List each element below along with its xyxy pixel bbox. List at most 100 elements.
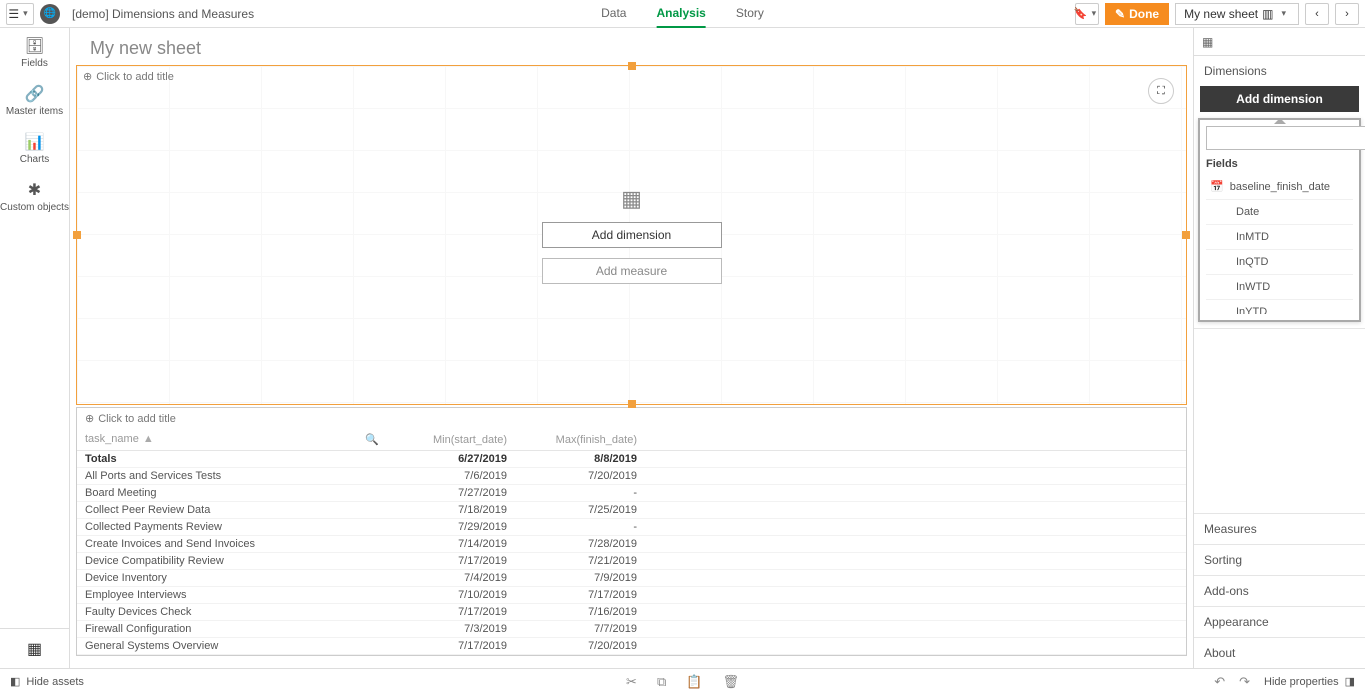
cell-start: 7/17/2019 bbox=[387, 638, 517, 655]
cell-start: 7/17/2019 bbox=[387, 604, 517, 621]
table-row[interactable]: Collected Payments Review 7/29/2019 - bbox=[77, 519, 1186, 536]
prop-header-dimensions[interactable]: Dimensions bbox=[1194, 56, 1365, 86]
hide-assets-button[interactable]: ◧ Hide assets bbox=[0, 675, 94, 688]
add-dimension-button[interactable]: Add dimension bbox=[542, 222, 722, 248]
bookmark-button[interactable]: 🔖▾ bbox=[1075, 3, 1099, 25]
viz-table-container[interactable]: ⊕ Click to add title task_name▲🔍 Min(sta… bbox=[76, 407, 1187, 656]
prop-section-about[interactable]: About bbox=[1194, 637, 1365, 668]
add-dimension-panel-button[interactable]: Add dimension bbox=[1200, 86, 1359, 112]
top-bar: ☰ ▾ 🌐 [demo] Dimensions and Measures Dat… bbox=[0, 0, 1365, 28]
prop-section-addons[interactable]: Add-ons bbox=[1194, 575, 1365, 606]
resize-handle-bottom[interactable] bbox=[628, 400, 636, 408]
fields-heading: Fields bbox=[1206, 158, 1353, 170]
sheet-selector-button[interactable]: My new sheet▥▾ bbox=[1175, 3, 1299, 25]
cell-start: 7/17/2019 bbox=[387, 553, 517, 570]
resize-handle-top[interactable] bbox=[628, 62, 636, 70]
search-icon[interactable]: 🔍 bbox=[365, 433, 379, 446]
viz-table-title-placeholder[interactable]: ⊕ Click to add title bbox=[77, 408, 1186, 429]
table-row[interactable]: Device Inventory 7/4/2019 7/9/2019 bbox=[77, 570, 1186, 587]
sheets-icon: ▥ bbox=[1262, 7, 1273, 21]
asset-label: Master items bbox=[6, 106, 63, 117]
dimension-search-input[interactable] bbox=[1206, 126, 1365, 150]
field-list-item[interactable]: InQTD bbox=[1206, 250, 1353, 275]
viz-area: ⊕ Click to add title ⛶ ▦ Add dimension A… bbox=[76, 65, 1187, 656]
cell-start: 7/6/2019 bbox=[387, 468, 517, 485]
bookmark-icon: 🔖 bbox=[1074, 7, 1088, 20]
column-header-finish[interactable]: Max(finish_date) bbox=[517, 429, 647, 451]
chevron-left-icon: ‹ bbox=[1315, 8, 1319, 20]
link-icon: 🔗 bbox=[25, 84, 45, 104]
prop-section-appearance[interactable]: Appearance bbox=[1194, 606, 1365, 637]
table-icon: ▦ bbox=[1202, 35, 1213, 49]
viz-title-placeholder[interactable]: ⊕ Click to add title bbox=[83, 70, 174, 83]
field-list-item[interactable]: InYTD bbox=[1206, 300, 1353, 314]
chevron-right-icon: › bbox=[1345, 8, 1349, 20]
bottom-right: ↶ ↷ Hide properties ◨ bbox=[1214, 674, 1365, 690]
asset-master-items[interactable]: 🔗 Master items bbox=[0, 76, 69, 124]
copy-button[interactable]: ⧉ bbox=[657, 674, 666, 690]
paste-button[interactable]: 📋 bbox=[686, 674, 702, 690]
asset-fields[interactable]: 🗄 Fields bbox=[0, 28, 69, 76]
cut-button[interactable]: ✂ bbox=[626, 674, 637, 690]
table-row[interactable]: Collect Peer Review Data 7/18/2019 7/25/… bbox=[77, 502, 1186, 519]
prop-section-dimensions: Dimensions Add dimension ◉ fx Fields 📅ba… bbox=[1194, 56, 1365, 329]
prev-sheet-button[interactable]: ‹ bbox=[1305, 3, 1329, 25]
column-header-start[interactable]: Min(start_date) bbox=[387, 429, 517, 451]
asset-label: Charts bbox=[20, 154, 49, 165]
chevron-down-icon: ▾ bbox=[19, 8, 32, 19]
tab-data[interactable]: Data bbox=[601, 0, 626, 28]
topbar-right: 🔖▾ ✎Done My new sheet▥▾ ‹ › bbox=[1075, 3, 1365, 25]
bottom-toolbar: ✂ ⧉ 📋 🗑 bbox=[626, 674, 739, 690]
redo-button[interactable]: ↷ bbox=[1239, 674, 1250, 690]
asset-custom-objects[interactable]: ✱ Custom objects bbox=[0, 172, 69, 220]
cell-task: Faulty Devices Check bbox=[77, 604, 387, 621]
resize-handle-right[interactable] bbox=[1182, 231, 1190, 239]
add-measure-button[interactable]: Add measure bbox=[542, 258, 722, 284]
field-list-item[interactable]: InMTD bbox=[1206, 225, 1353, 250]
viz-table-title-text: Click to add title bbox=[98, 413, 176, 425]
field-list-item[interactable]: Date bbox=[1206, 200, 1353, 225]
asset-charts[interactable]: 📊 Charts bbox=[0, 124, 69, 172]
cell-start: 7/10/2019 bbox=[387, 587, 517, 604]
data-table: task_name▲🔍 Min(start_date) Max(finish_d… bbox=[77, 429, 1186, 655]
resize-handle-left[interactable] bbox=[73, 231, 81, 239]
table-row[interactable]: Create Invoices and Send Invoices 7/14/2… bbox=[77, 536, 1186, 553]
tab-analysis[interactable]: Analysis bbox=[656, 0, 705, 28]
hide-assets-label: Hide assets bbox=[26, 676, 83, 688]
cell-task: Collect Peer Review Data bbox=[77, 502, 387, 519]
column-header-task[interactable]: task_name▲🔍 bbox=[77, 429, 387, 451]
table-row[interactable]: All Ports and Services Tests 7/6/2019 7/… bbox=[77, 468, 1186, 485]
property-panel: ▦ Dimensions Add dimension ◉ fx Fields 📅… bbox=[1193, 28, 1365, 668]
totals-finish: 8/8/2019 bbox=[517, 451, 647, 468]
viz-placeholder-container[interactable]: ⊕ Click to add title ⛶ ▦ Add dimension A… bbox=[76, 65, 1187, 405]
prop-section-measures[interactable]: Measures bbox=[1194, 513, 1365, 544]
hide-properties-button[interactable]: Hide properties ◨ bbox=[1264, 675, 1355, 688]
table-row[interactable]: Device Compatibility Review 7/17/2019 7/… bbox=[77, 553, 1186, 570]
cell-finish: 7/25/2019 bbox=[517, 502, 647, 519]
asset-panel-bottom-button[interactable]: ▦ bbox=[0, 628, 69, 668]
tab-story[interactable]: Story bbox=[736, 0, 764, 28]
table-row[interactable]: Employee Interviews 7/10/2019 7/17/2019 bbox=[77, 587, 1186, 604]
viz-empty-placeholder: ▦ Add dimension Add measure bbox=[542, 186, 722, 284]
viz-expand-button[interactable]: ⛶ bbox=[1148, 78, 1174, 104]
table-row[interactable]: Firewall Configuration 7/3/2019 7/7/2019 bbox=[77, 621, 1186, 638]
prop-panel-object-icon[interactable]: ▦ bbox=[1194, 28, 1365, 56]
pencil-icon: ✎ bbox=[1115, 7, 1125, 21]
next-sheet-button[interactable]: › bbox=[1335, 3, 1359, 25]
table-row[interactable]: Faulty Devices Check 7/17/2019 7/16/2019 bbox=[77, 604, 1186, 621]
sheet-title[interactable]: My new sheet bbox=[70, 28, 1193, 65]
table-row[interactable]: General Systems Overview 7/17/2019 7/20/… bbox=[77, 638, 1186, 655]
viz-title-text: Click to add title bbox=[96, 71, 174, 83]
field-list-item[interactable]: 📅baseline_finish_date bbox=[1206, 174, 1353, 200]
done-button[interactable]: ✎Done bbox=[1105, 3, 1169, 25]
prop-section-sorting[interactable]: Sorting bbox=[1194, 544, 1365, 575]
cell-start: 7/4/2019 bbox=[387, 570, 517, 587]
table-row[interactable]: Board Meeting 7/27/2019 - bbox=[77, 485, 1186, 502]
field-name: InYTD bbox=[1236, 306, 1267, 314]
undo-button[interactable]: ↶ bbox=[1214, 674, 1225, 690]
delete-button[interactable]: 🗑 bbox=[722, 674, 739, 690]
field-list-item[interactable]: InWTD bbox=[1206, 275, 1353, 300]
menu-button[interactable]: ☰ ▾ bbox=[6, 3, 34, 25]
cell-task: Collected Payments Review bbox=[77, 519, 387, 536]
dimension-search-row: ◉ fx bbox=[1206, 126, 1353, 150]
